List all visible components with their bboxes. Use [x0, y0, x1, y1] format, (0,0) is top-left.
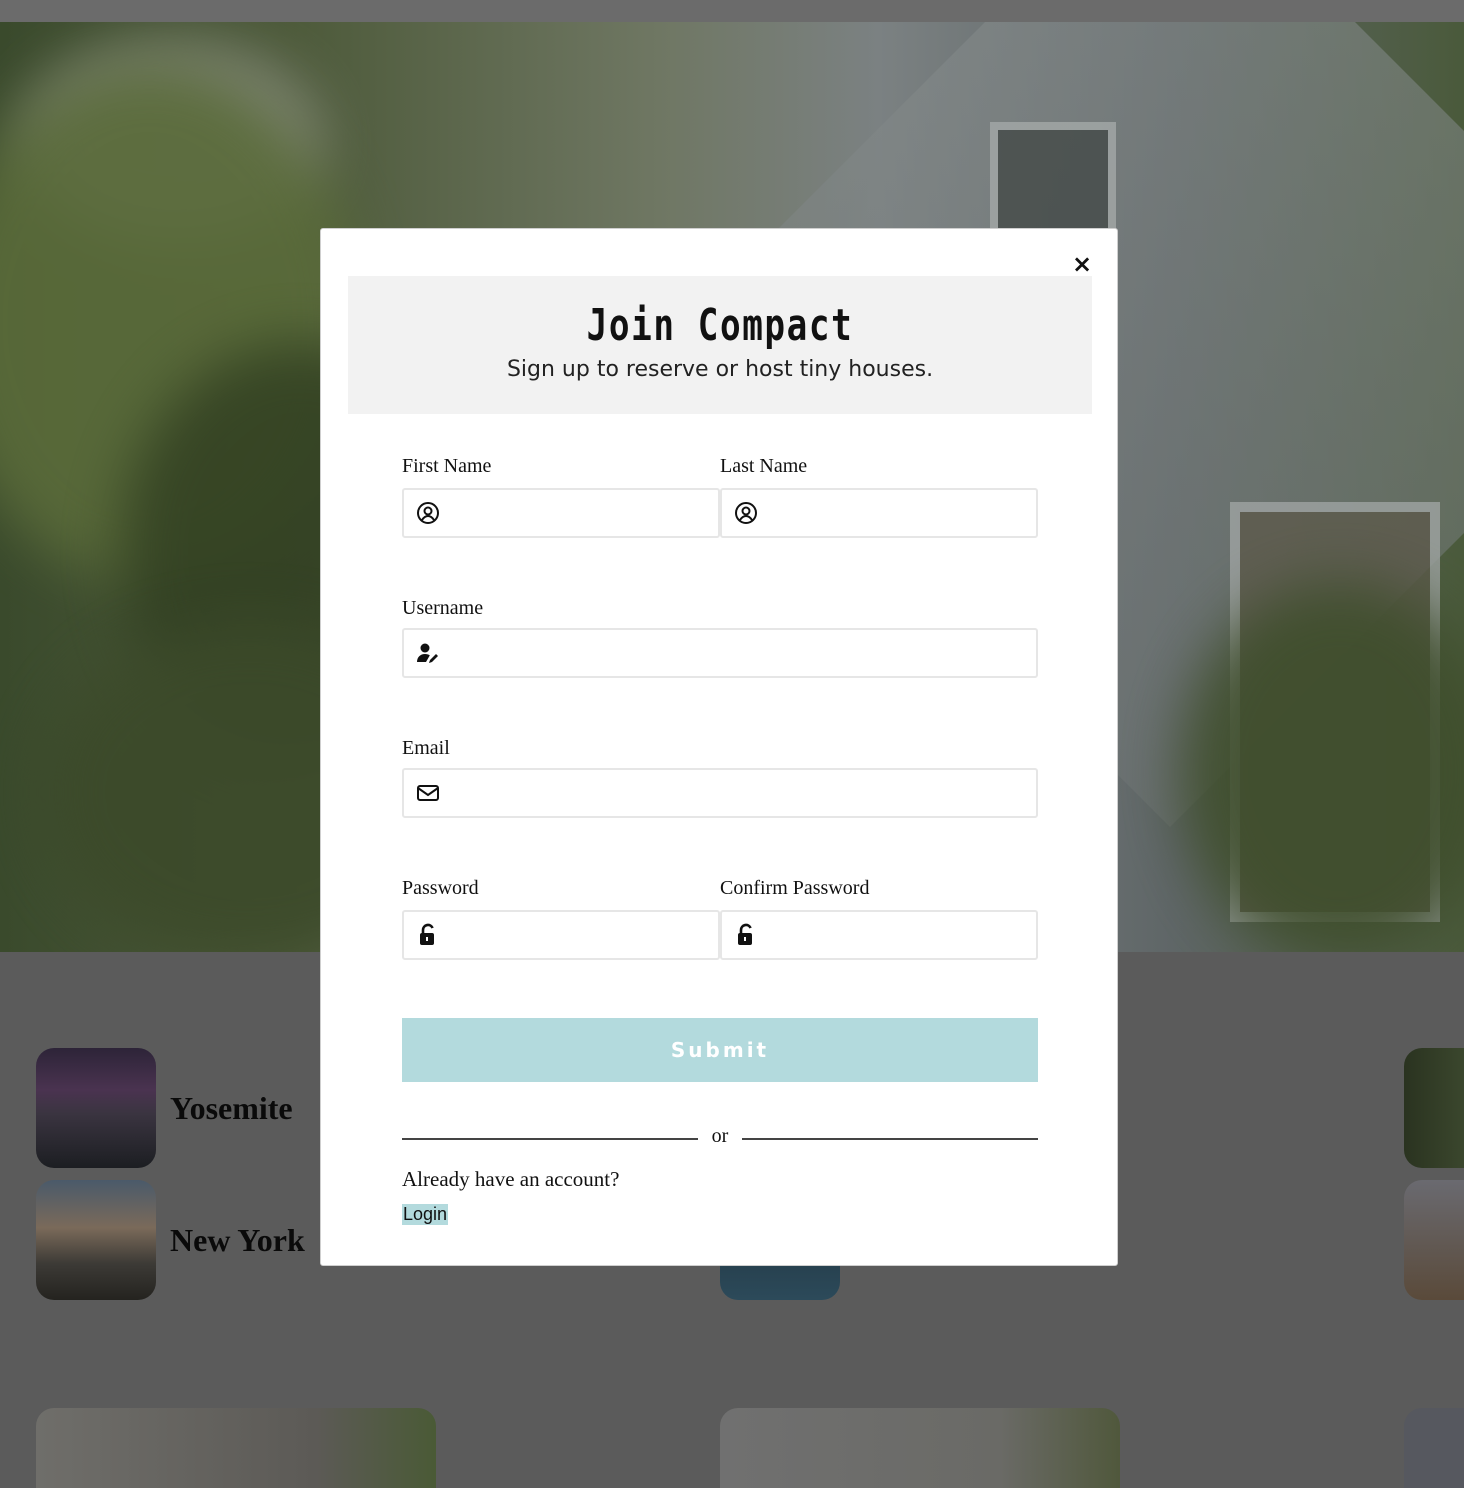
listing-card[interactable] [36, 1408, 436, 1488]
email-input[interactable] [450, 772, 1028, 814]
email-field[interactable] [402, 768, 1038, 818]
first-name-input[interactable] [450, 492, 710, 534]
password-input[interactable] [450, 914, 710, 956]
signup-modal: × Join Compact Sign up to reserve or hos… [320, 228, 1118, 1266]
confirm-password-field[interactable] [720, 910, 1038, 960]
top-nav-bar [0, 0, 1464, 22]
user-edit-icon [417, 643, 438, 663]
envelope-icon [417, 785, 439, 801]
first-name-field[interactable] [402, 488, 720, 538]
password-field[interactable] [402, 910, 720, 960]
unlock-icon [738, 923, 752, 945]
modal-title: Join Compact [586, 300, 854, 351]
destination-partial[interactable] [1404, 1048, 1464, 1168]
last-name-label: Last Name [720, 455, 808, 477]
destination-yosemite[interactable]: Yosemite [36, 1048, 293, 1168]
destination-name: Yosemite [170, 1089, 293, 1126]
email-label: Email [402, 737, 450, 759]
destination-thumbnail [1404, 1048, 1464, 1168]
modal-subtitle: Sign up to reserve or host tiny houses. [506, 357, 934, 382]
close-icon[interactable]: × [1071, 252, 1093, 276]
password-label: Password [402, 877, 479, 899]
listing-card[interactable] [720, 1408, 1120, 1488]
destination-partial[interactable] [1404, 1180, 1464, 1300]
user-circle-icon [417, 502, 439, 524]
divider-line [742, 1138, 1038, 1140]
destination-thumbnail [36, 1048, 156, 1168]
first-name-label: First Name [402, 455, 492, 477]
user-circle-icon [735, 502, 757, 524]
username-field[interactable] [402, 628, 1038, 678]
destination-thumbnail [1404, 1180, 1464, 1300]
divider-text: or [711, 1125, 729, 1147]
login-link[interactable]: Login [402, 1204, 449, 1225]
modal-header: Join Compact Sign up to reserve or host … [348, 276, 1092, 414]
last-name-field[interactable] [720, 488, 1038, 538]
destination-thumbnail [36, 1180, 156, 1300]
already-have-account-text: Already have an account? [402, 1167, 620, 1191]
username-label: Username [402, 597, 484, 619]
destination-name: New York [170, 1221, 305, 1258]
submit-button[interactable]: Submit [402, 1018, 1038, 1082]
username-input[interactable] [450, 632, 1028, 674]
or-divider: or [402, 1125, 1038, 1151]
confirm-password-label: Confirm Password [720, 877, 870, 899]
last-name-input[interactable] [768, 492, 1028, 534]
unlock-icon [420, 923, 434, 945]
destination-new-york[interactable]: New York [36, 1180, 305, 1300]
listing-card[interactable] [1404, 1408, 1464, 1488]
confirm-password-input[interactable] [768, 914, 1028, 956]
